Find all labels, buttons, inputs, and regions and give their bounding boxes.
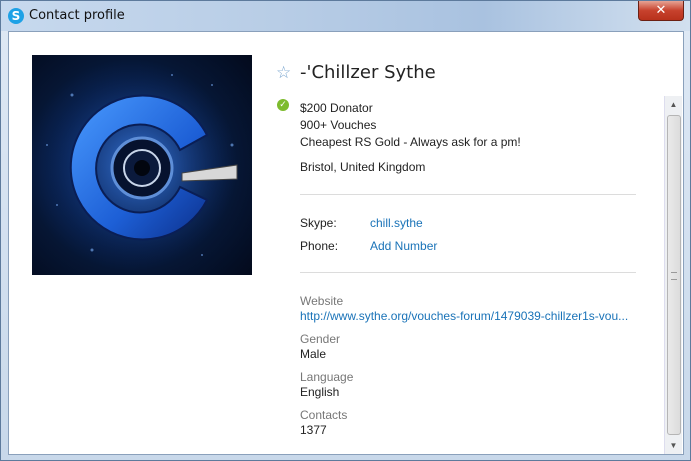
vertical-scrollbar[interactable]: ▲ ▼ [664, 96, 682, 454]
location: Bristol, United Kingdom [300, 160, 426, 174]
title-bar[interactable]: S Contact profile ✕ [1, 1, 690, 31]
close-button[interactable]: ✕ [638, 1, 684, 21]
skype-logo-icon: S [8, 8, 24, 24]
avatar-logo-icon [42, 65, 242, 265]
scroll-thumb[interactable] [667, 115, 681, 435]
mood-line: Cheapest RS Gold - Always ask for a pm! [300, 135, 521, 149]
gender-value: Male [300, 347, 327, 361]
contact-profile-window: S Contact profile ✕ ☆ -'Chillzer Sythe ✓… [0, 0, 691, 461]
divider [300, 194, 636, 195]
contacts-count: 1377 [300, 423, 327, 437]
mood-line: 900+ Vouches [300, 118, 377, 132]
mood-message: $200 Donator 900+ Vouches Cheapest RS Go… [300, 100, 521, 151]
contacts-label: Contacts [300, 408, 348, 422]
avatar [32, 55, 252, 275]
divider [300, 272, 636, 273]
contact-display-name: -'Chillzer Sythe [300, 62, 436, 83]
gender-label: Gender [300, 332, 341, 346]
website-label: Website [300, 294, 344, 308]
profile-panel: ☆ -'Chillzer Sythe ✓ $200 Donator 900+ V… [8, 31, 684, 455]
phone-label: Phone: [300, 239, 339, 253]
mood-line: $200 Donator [300, 101, 373, 115]
add-number-link[interactable]: Add Number [370, 239, 437, 253]
window-title: Contact profile [29, 8, 125, 23]
grip-icon [671, 272, 677, 280]
favorite-star-icon[interactable]: ☆ [276, 63, 291, 83]
scroll-down-icon[interactable]: ▼ [665, 437, 682, 454]
language-label: Language [300, 370, 354, 384]
language-value: English [300, 385, 340, 399]
online-status-icon: ✓ [277, 99, 289, 111]
website-link[interactable]: http://www.sythe.org/vouches-forum/14790… [300, 309, 628, 323]
skype-label: Skype: [300, 216, 337, 230]
skype-name-link[interactable]: chill.sythe [370, 216, 423, 230]
scroll-up-icon[interactable]: ▲ [665, 96, 682, 113]
